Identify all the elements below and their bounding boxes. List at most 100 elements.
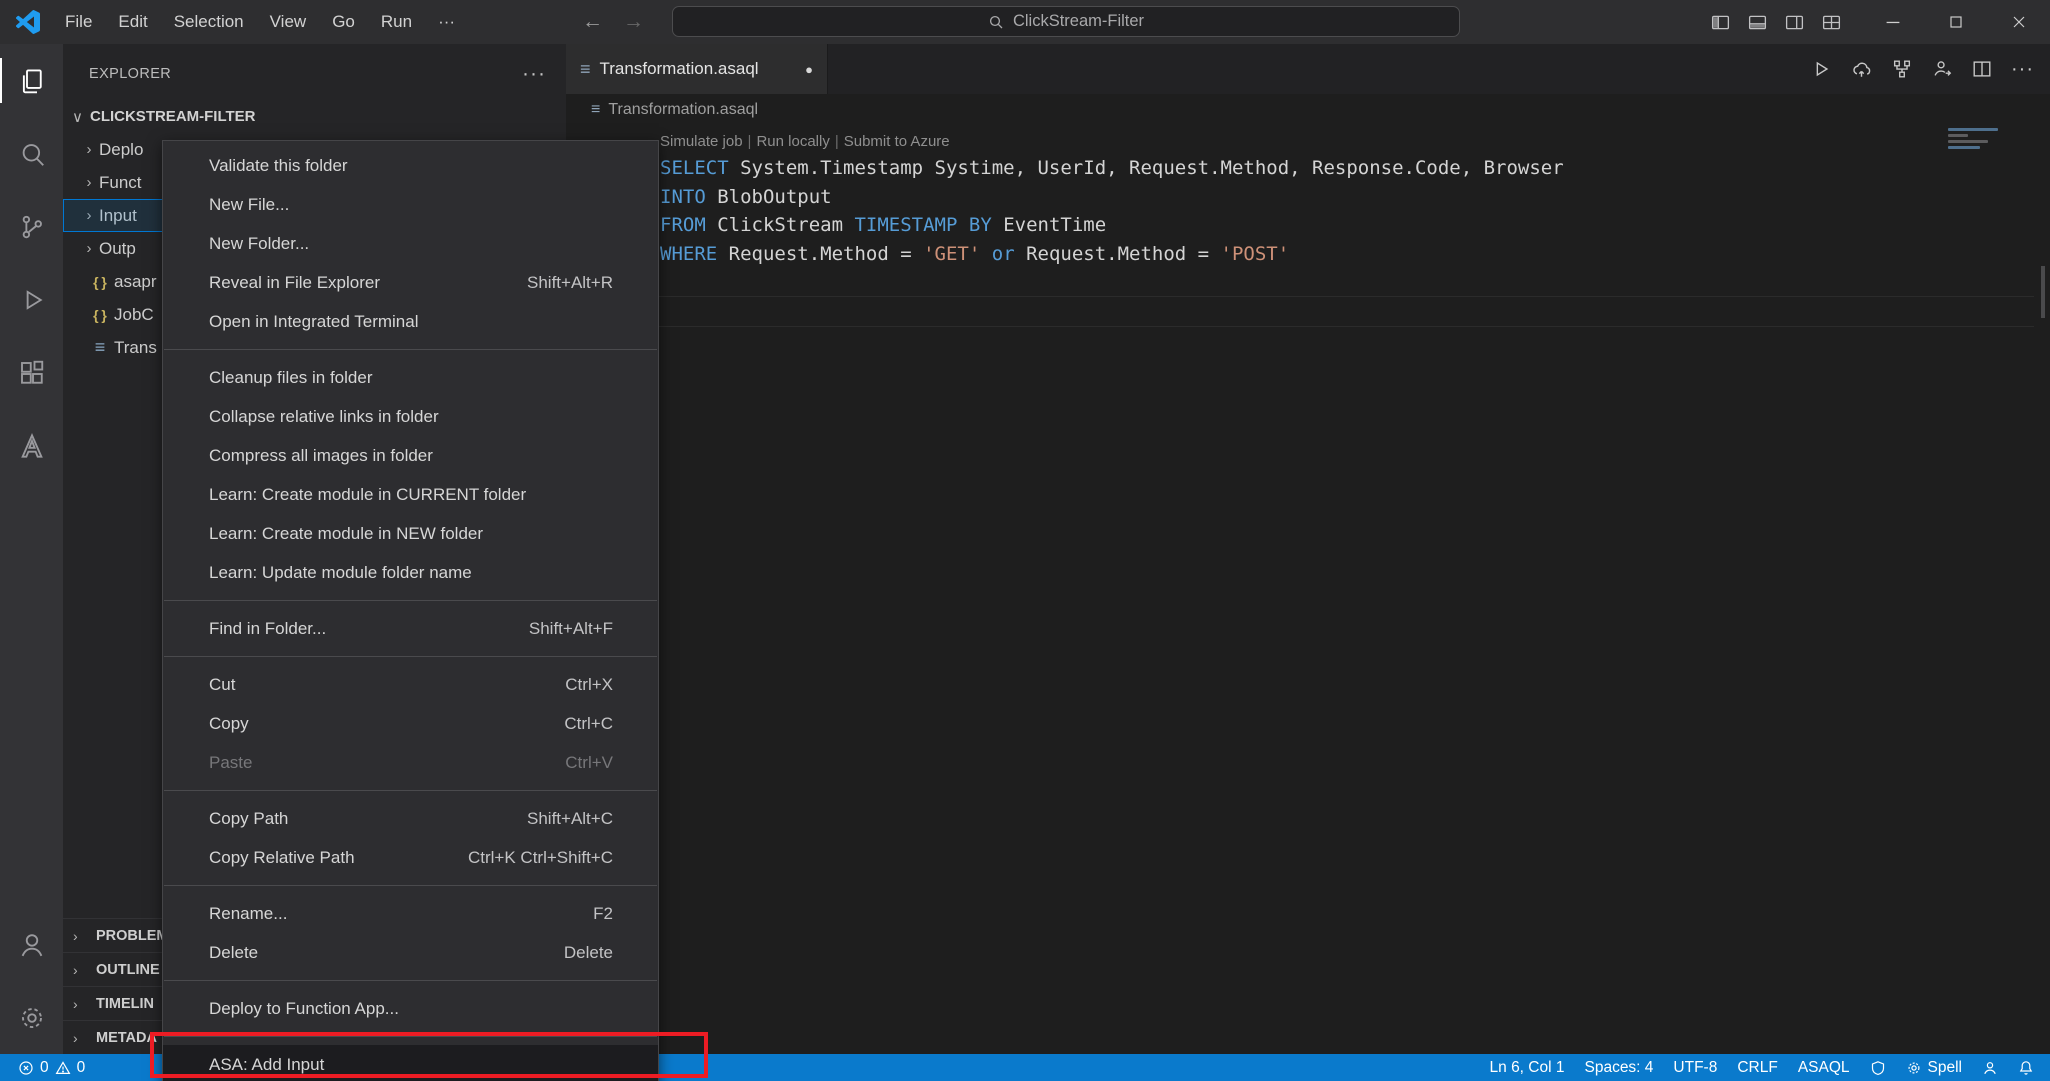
code-token: TIMESTAMP BY bbox=[854, 214, 992, 236]
activity-bar-extensions[interactable] bbox=[0, 336, 63, 409]
back-arrow-icon[interactable]: ← bbox=[582, 10, 603, 34]
menu-item-validate-this-folder[interactable]: Validate this folder bbox=[163, 146, 658, 185]
menu-item-reveal-in-file-explorer[interactable]: Reveal in File Explorer Shift+Alt+R bbox=[163, 263, 658, 302]
menu-item-new-folder[interactable]: New Folder... bbox=[163, 224, 658, 263]
trust-shield-button[interactable] bbox=[1860, 1054, 1896, 1081]
menu-item-copy-relative-path[interactable]: Copy Relative Path Ctrl+K Ctrl+Shift+C bbox=[163, 838, 658, 877]
menu-item-deploy-to-function-app[interactable]: Deploy to Function App... bbox=[163, 989, 658, 1028]
activity-bar-source-control[interactable] bbox=[0, 190, 63, 263]
activity-bar-run-and-debug[interactable] bbox=[0, 263, 63, 336]
close-icon[interactable] bbox=[1987, 0, 2050, 44]
menu-item-learn-update-module-folder-name[interactable]: Learn: Update module folder name bbox=[163, 553, 658, 592]
breadcrumb-file[interactable]: Transformation.asaql bbox=[608, 101, 758, 119]
toggle-panel-icon[interactable] bbox=[1747, 12, 1768, 33]
code-area[interactable]: SELECT System.Timestamp Systime, UserId,… bbox=[566, 154, 2050, 268]
customize-layout-icon[interactable] bbox=[1821, 12, 1842, 33]
menu-item-label: Deploy to Function App... bbox=[209, 998, 399, 1018]
menu-item-copy-path[interactable]: Copy Path Shift+Alt+C bbox=[163, 799, 658, 838]
menu-item-collapse-relative-links-in-folder[interactable]: Collapse relative links in folder bbox=[163, 397, 658, 436]
more-actions-icon[interactable]: ··· bbox=[2011, 58, 2034, 81]
cloud-upload-icon[interactable] bbox=[1850, 58, 1873, 81]
feedback-button[interactable] bbox=[1972, 1054, 2008, 1081]
codelens-simulate-job[interactable]: Simulate job bbox=[660, 133, 743, 150]
context-menu: Validate this folder New File... New Folde… bbox=[162, 140, 659, 1081]
minimize-icon[interactable] bbox=[1861, 0, 1924, 44]
breadcrumb[interactable]: ≡ Transformation.asaql bbox=[566, 94, 2050, 126]
problems-button[interactable]: 0 0 bbox=[8, 1054, 95, 1081]
code-token: INTO bbox=[660, 185, 706, 208]
code-line-1: SELECT System.Timestamp Systime, UserId,… bbox=[660, 154, 2050, 183]
azure-icon bbox=[20, 432, 43, 458]
menu-item-label: Reveal in File Explorer bbox=[209, 272, 381, 292]
editor-scrollbar[interactable] bbox=[2041, 266, 2045, 318]
forward-arrow-icon[interactable]: → bbox=[623, 10, 644, 34]
menu-view[interactable]: View bbox=[257, 0, 320, 44]
spell-checker-button[interactable]: Spell bbox=[1896, 1054, 1972, 1081]
indentation: Spaces: 4 bbox=[1584, 1058, 1654, 1076]
warning-count: 0 bbox=[76, 1058, 86, 1076]
menu-item-cut[interactable]: Cut Ctrl+X bbox=[163, 665, 658, 704]
accounts-icon bbox=[21, 933, 42, 956]
menu-item-label: New File... bbox=[209, 194, 290, 214]
code-token: 'POST' bbox=[1220, 242, 1290, 265]
menu-item-asa-add-input[interactable]: ASA: Add Input bbox=[163, 1045, 658, 1081]
menu-separator bbox=[164, 600, 657, 601]
indentation-button[interactable]: Spaces: 4 bbox=[1574, 1054, 1663, 1081]
menu-item-copy[interactable]: Copy Ctrl+C bbox=[163, 704, 658, 743]
search-box[interactable]: ClickStream-Filter bbox=[672, 6, 1460, 37]
menu-go[interactable]: Go bbox=[319, 0, 368, 44]
spell-label: Spell bbox=[1927, 1058, 1962, 1076]
notifications-bell-button[interactable] bbox=[2008, 1054, 2044, 1081]
cursor-position-button[interactable]: Ln 6, Col 1 bbox=[1480, 1054, 1575, 1081]
menu-item-open-in-integrated-terminal[interactable]: Open in Integrated Terminal bbox=[163, 302, 658, 341]
menu-item-shortcut: F2 bbox=[593, 903, 613, 923]
code-line-4: WHERE Request.Method = 'GET' or Request.… bbox=[660, 240, 2050, 269]
job-diagram-icon[interactable] bbox=[1891, 58, 1913, 80]
menu-item-learn-create-module-in-new-folder[interactable]: Learn: Create module in NEW folder bbox=[163, 514, 658, 553]
menu-item-find-in-folder[interactable]: Find in Folder... Shift+Alt+F bbox=[163, 609, 658, 648]
menu-item-compress-all-images-in-folder[interactable]: Compress all images in folder bbox=[163, 436, 658, 475]
run-and-debug-icon bbox=[26, 289, 43, 310]
eol-button[interactable]: CRLF bbox=[1727, 1054, 1787, 1081]
activity-bar-azure[interactable] bbox=[0, 409, 63, 482]
menu-item-delete[interactable]: Delete Delete bbox=[163, 933, 658, 972]
feedback-icon[interactable] bbox=[1931, 58, 1953, 80]
menu-run[interactable]: Run bbox=[368, 0, 425, 44]
modified-dot-icon[interactable]: ● bbox=[805, 62, 813, 77]
activity-bar-explorer[interactable] bbox=[0, 44, 63, 117]
menu-more[interactable]: ··· bbox=[425, 0, 468, 44]
workspace-name: CLICKSTREAM-FILTER bbox=[89, 108, 256, 125]
activity-bar-accounts[interactable] bbox=[0, 908, 63, 981]
menu-file[interactable]: File bbox=[52, 0, 105, 44]
tree-item-label: JobC bbox=[114, 304, 154, 324]
menu-separator bbox=[164, 980, 657, 981]
toggle-sidebar-icon[interactable] bbox=[1710, 12, 1731, 33]
menu-item-cleanup-files-in-folder[interactable]: Cleanup files in folder bbox=[163, 358, 658, 397]
menu-item-new-file[interactable]: New File... bbox=[163, 185, 658, 224]
toggle-secondary-sidebar-icon[interactable] bbox=[1784, 12, 1805, 33]
run-icon[interactable] bbox=[1810, 58, 1832, 80]
encoding-button[interactable]: UTF-8 bbox=[1663, 1054, 1727, 1081]
tab-transformation-asaql[interactable]: ≡ Transformation.asaql ● bbox=[566, 44, 828, 94]
language-mode-button[interactable]: ASAQL bbox=[1788, 1054, 1860, 1081]
menu-item-learn-create-module-in-current-folder[interactable]: Learn: Create module in CURRENT folder bbox=[163, 475, 658, 514]
menu-selection[interactable]: Selection bbox=[161, 0, 257, 44]
settings-icon bbox=[21, 1007, 42, 1028]
explorer-more-actions-icon[interactable]: ··· bbox=[522, 62, 546, 86]
sidebar-title: EXPLORER bbox=[89, 66, 172, 82]
menu-item-shortcut: Ctrl+V bbox=[565, 752, 613, 772]
minimap[interactable] bbox=[1948, 128, 2010, 152]
codelens-submit-to-azure[interactable]: Submit to Azure bbox=[844, 133, 950, 150]
activity-bar-settings[interactable] bbox=[0, 981, 63, 1054]
menu-edit[interactable]: Edit bbox=[105, 0, 160, 44]
codelens-run-locally[interactable]: Run locally bbox=[756, 133, 829, 150]
menu-item-label: New Folder... bbox=[209, 233, 310, 253]
maximize-icon[interactable] bbox=[1924, 0, 1987, 44]
activity-bar-search[interactable] bbox=[0, 117, 63, 190]
split-editor-icon[interactable] bbox=[1971, 58, 1993, 80]
menu-item-label: Collapse relative links in folder bbox=[209, 406, 439, 426]
menu-item-rename[interactable]: Rename... F2 bbox=[163, 894, 658, 933]
tab-bar: ≡ Transformation.asaql ● ··· bbox=[566, 44, 2050, 94]
workspace-section-header[interactable]: ∨ CLICKSTREAM-FILTER bbox=[63, 100, 566, 133]
menu-item-label: ASA: Add Input bbox=[209, 1054, 325, 1074]
